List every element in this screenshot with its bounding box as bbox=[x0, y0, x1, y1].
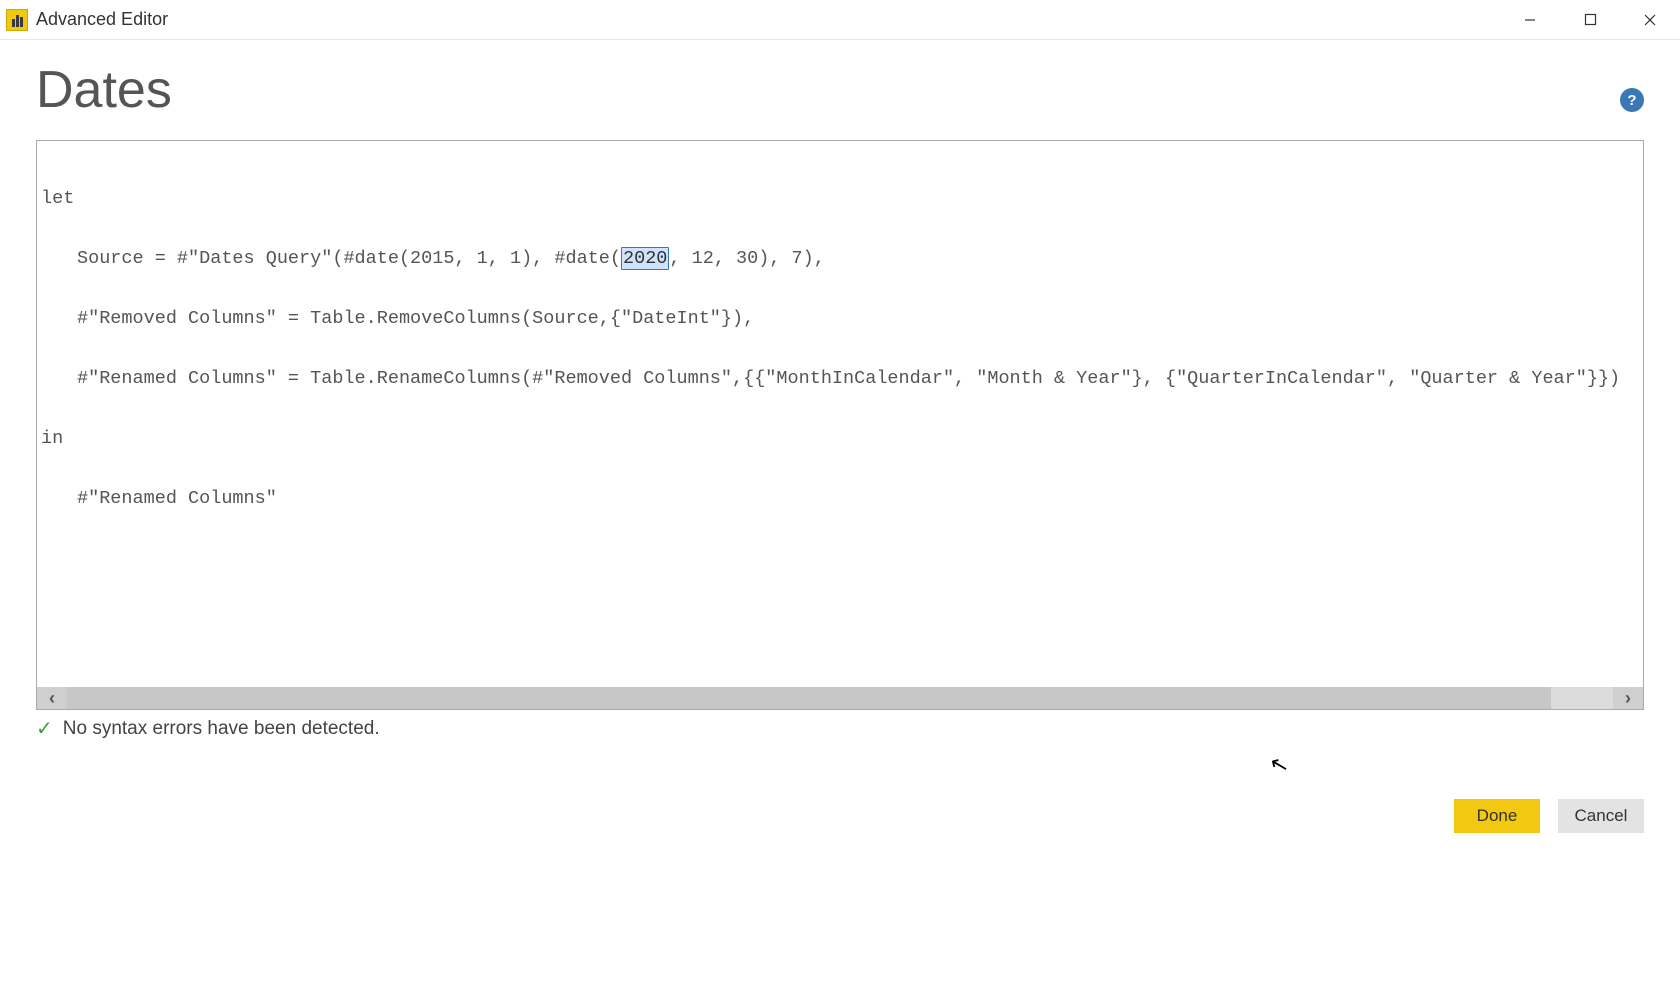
window-controls bbox=[1500, 0, 1680, 39]
scroll-track[interactable] bbox=[67, 687, 1613, 709]
check-icon: ✓ bbox=[36, 716, 53, 741]
help-icon[interactable]: ? bbox=[1620, 88, 1644, 112]
code-editor[interactable]: let Source = #"Dates Query"(#date(2015, … bbox=[36, 140, 1644, 710]
done-button[interactable]: Done bbox=[1454, 799, 1540, 833]
status-message: No syntax errors have been detected. bbox=[63, 718, 380, 740]
scroll-right-button[interactable]: › bbox=[1613, 687, 1643, 709]
scroll-left-button[interactable]: ‹ bbox=[37, 687, 67, 709]
status-bar: ✓ No syntax errors have been detected. bbox=[36, 716, 1644, 741]
mouse-cursor-icon: ↖ bbox=[1267, 750, 1292, 780]
app-icon bbox=[6, 9, 28, 31]
close-icon bbox=[1643, 13, 1657, 27]
footer-buttons: Done Cancel bbox=[1454, 799, 1644, 833]
title-bar: Advanced Editor bbox=[0, 0, 1680, 40]
maximize-icon bbox=[1584, 13, 1597, 26]
header-row: Dates ? bbox=[0, 40, 1680, 130]
query-name: Dates bbox=[36, 60, 172, 120]
code-line-4: #"Renamed Columns" = Table.RenameColumns… bbox=[41, 369, 1639, 389]
window-title: Advanced Editor bbox=[36, 9, 1500, 30]
code-line-5: in bbox=[41, 429, 1639, 449]
horizontal-scrollbar[interactable]: ‹ › bbox=[37, 687, 1643, 709]
maximize-button[interactable] bbox=[1560, 0, 1620, 39]
code-line-2-post: , 12, 30), 7), bbox=[669, 248, 824, 269]
code-line-1: let bbox=[41, 189, 1639, 209]
minimize-icon bbox=[1523, 13, 1537, 27]
code-selection: 2020 bbox=[621, 247, 669, 270]
code-area[interactable]: let Source = #"Dates Query"(#date(2015, … bbox=[37, 141, 1643, 687]
code-line-2-pre: Source = #"Dates Query"(#date(2015, 1, 1… bbox=[77, 248, 621, 269]
close-button[interactable] bbox=[1620, 0, 1680, 39]
scroll-thumb[interactable] bbox=[67, 687, 1551, 709]
code-line-6: #"Renamed Columns" bbox=[41, 489, 1639, 509]
code-line-3: #"Removed Columns" = Table.RemoveColumns… bbox=[41, 309, 1639, 329]
code-line-2: Source = #"Dates Query"(#date(2015, 1, 1… bbox=[41, 249, 1639, 269]
minimize-button[interactable] bbox=[1500, 0, 1560, 39]
cancel-button[interactable]: Cancel bbox=[1558, 799, 1644, 833]
